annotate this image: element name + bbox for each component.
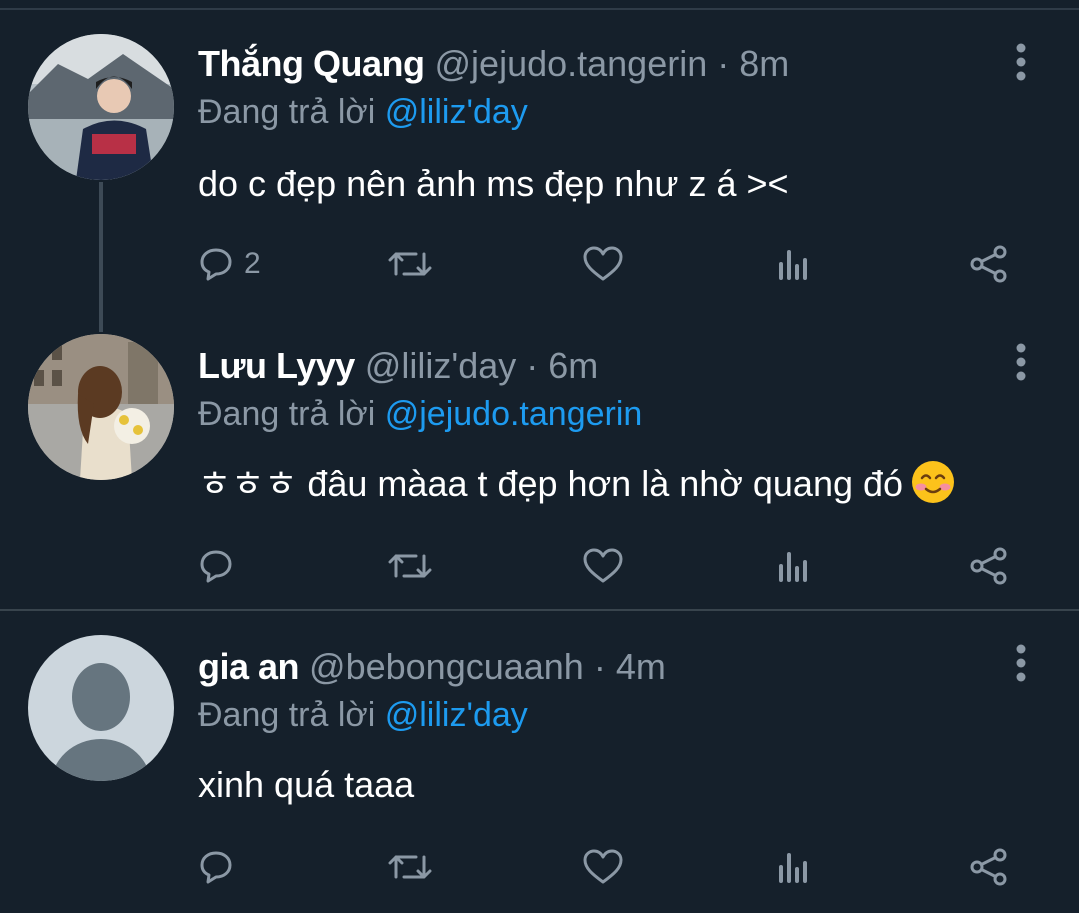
author-name[interactable]: Lưu Lyyy bbox=[198, 345, 355, 386]
reply-mention[interactable]: @jejudo.tangerin bbox=[385, 395, 643, 433]
analytics-icon bbox=[779, 552, 807, 582]
tweet-text: ㅎㅎㅎ đâu màaa t đẹp hơn là nhờ quang đó bbox=[198, 460, 955, 508]
retweet-icon bbox=[388, 855, 432, 879]
tweet-text-content: ㅎㅎㅎ đâu màaa t đẹp hơn là nhờ quang đó bbox=[198, 463, 904, 504]
reply-context: Đang trả lời @liliz'day bbox=[198, 90, 528, 134]
share-icon bbox=[970, 547, 1007, 585]
separator: · bbox=[526, 345, 539, 386]
like-button[interactable] bbox=[582, 240, 624, 288]
tweet[interactable]: Thắng Quang @jejudo.tangerin · 8m Đang t… bbox=[0, 0, 1079, 332]
author-name[interactable]: Thắng Quang bbox=[198, 43, 425, 84]
smiling-face-with-blush-emoji bbox=[912, 461, 955, 503]
separator: · bbox=[593, 646, 606, 687]
tweet[interactable]: Lưu Lyyy @liliz'day · 6m Đang trả lời @j… bbox=[0, 300, 1079, 610]
more-options-icon[interactable] bbox=[1004, 40, 1038, 84]
tweet-text: xinh quá taaa bbox=[198, 764, 415, 805]
share-button[interactable] bbox=[968, 240, 1010, 288]
timestamp[interactable]: 4m bbox=[616, 646, 666, 687]
analytics-button[interactable] bbox=[776, 843, 812, 891]
separator: · bbox=[717, 43, 730, 84]
more-options-icon[interactable] bbox=[1004, 641, 1038, 685]
like-icon bbox=[583, 548, 623, 583]
retweet-button[interactable] bbox=[388, 843, 432, 891]
author-handle[interactable]: @liliz'day bbox=[365, 345, 516, 386]
author-name[interactable]: gia an bbox=[198, 646, 300, 687]
analytics-button[interactable] bbox=[776, 542, 812, 590]
reply-prefix: Đang trả lời bbox=[198, 93, 376, 131]
share-icon bbox=[970, 848, 1007, 886]
reply-button[interactable]: 2 bbox=[198, 240, 261, 288]
avatar[interactable] bbox=[28, 34, 174, 180]
tweet-actions: 2 bbox=[198, 240, 1038, 288]
reply-context: Đang trả lời @liliz'day bbox=[198, 693, 528, 737]
retweet-button[interactable] bbox=[388, 542, 432, 590]
share-button[interactable] bbox=[968, 542, 1010, 590]
analytics-button[interactable] bbox=[776, 240, 812, 288]
analytics-icon bbox=[779, 250, 807, 280]
author-handle[interactable]: @bebongcuaanh bbox=[309, 646, 584, 687]
reply-icon bbox=[200, 851, 232, 884]
avatar[interactable] bbox=[28, 334, 174, 480]
like-icon bbox=[583, 849, 623, 884]
tweet-actions bbox=[198, 843, 1038, 891]
reply-mention[interactable]: @liliz'day bbox=[385, 696, 528, 734]
retweet-button[interactable] bbox=[388, 240, 432, 288]
retweet-icon bbox=[388, 554, 432, 578]
share-icon bbox=[970, 245, 1007, 283]
retweet-icon bbox=[388, 252, 432, 276]
reply-prefix: Đang trả lời bbox=[198, 696, 376, 734]
default-avatar[interactable] bbox=[28, 635, 174, 781]
reply-count: 2 bbox=[244, 247, 261, 280]
reply-button[interactable] bbox=[198, 843, 244, 891]
reply-mention[interactable]: @liliz'day bbox=[385, 93, 528, 131]
like-icon bbox=[583, 246, 623, 281]
like-button[interactable] bbox=[582, 843, 624, 891]
timestamp[interactable]: 6m bbox=[548, 345, 598, 386]
analytics-icon bbox=[779, 853, 807, 883]
share-button[interactable] bbox=[968, 843, 1010, 891]
reply-button[interactable] bbox=[198, 542, 244, 590]
timestamp[interactable]: 8m bbox=[739, 43, 789, 84]
more-options-icon[interactable] bbox=[1004, 340, 1038, 384]
tweet[interactable]: gia an @bebongcuaanh · 4m Đang trả lời @… bbox=[0, 611, 1079, 913]
author-handle[interactable]: @jejudo.tangerin bbox=[435, 43, 708, 84]
like-button[interactable] bbox=[582, 542, 624, 590]
reply-icon bbox=[200, 248, 232, 281]
reply-context: Đang trả lời @jejudo.tangerin bbox=[198, 392, 642, 436]
reply-icon bbox=[200, 550, 232, 583]
reply-prefix: Đang trả lời bbox=[198, 395, 376, 433]
tweet-text: do c đẹp nên ảnh ms đẹp như z á >< bbox=[198, 163, 789, 204]
tweet-actions bbox=[198, 542, 1038, 590]
